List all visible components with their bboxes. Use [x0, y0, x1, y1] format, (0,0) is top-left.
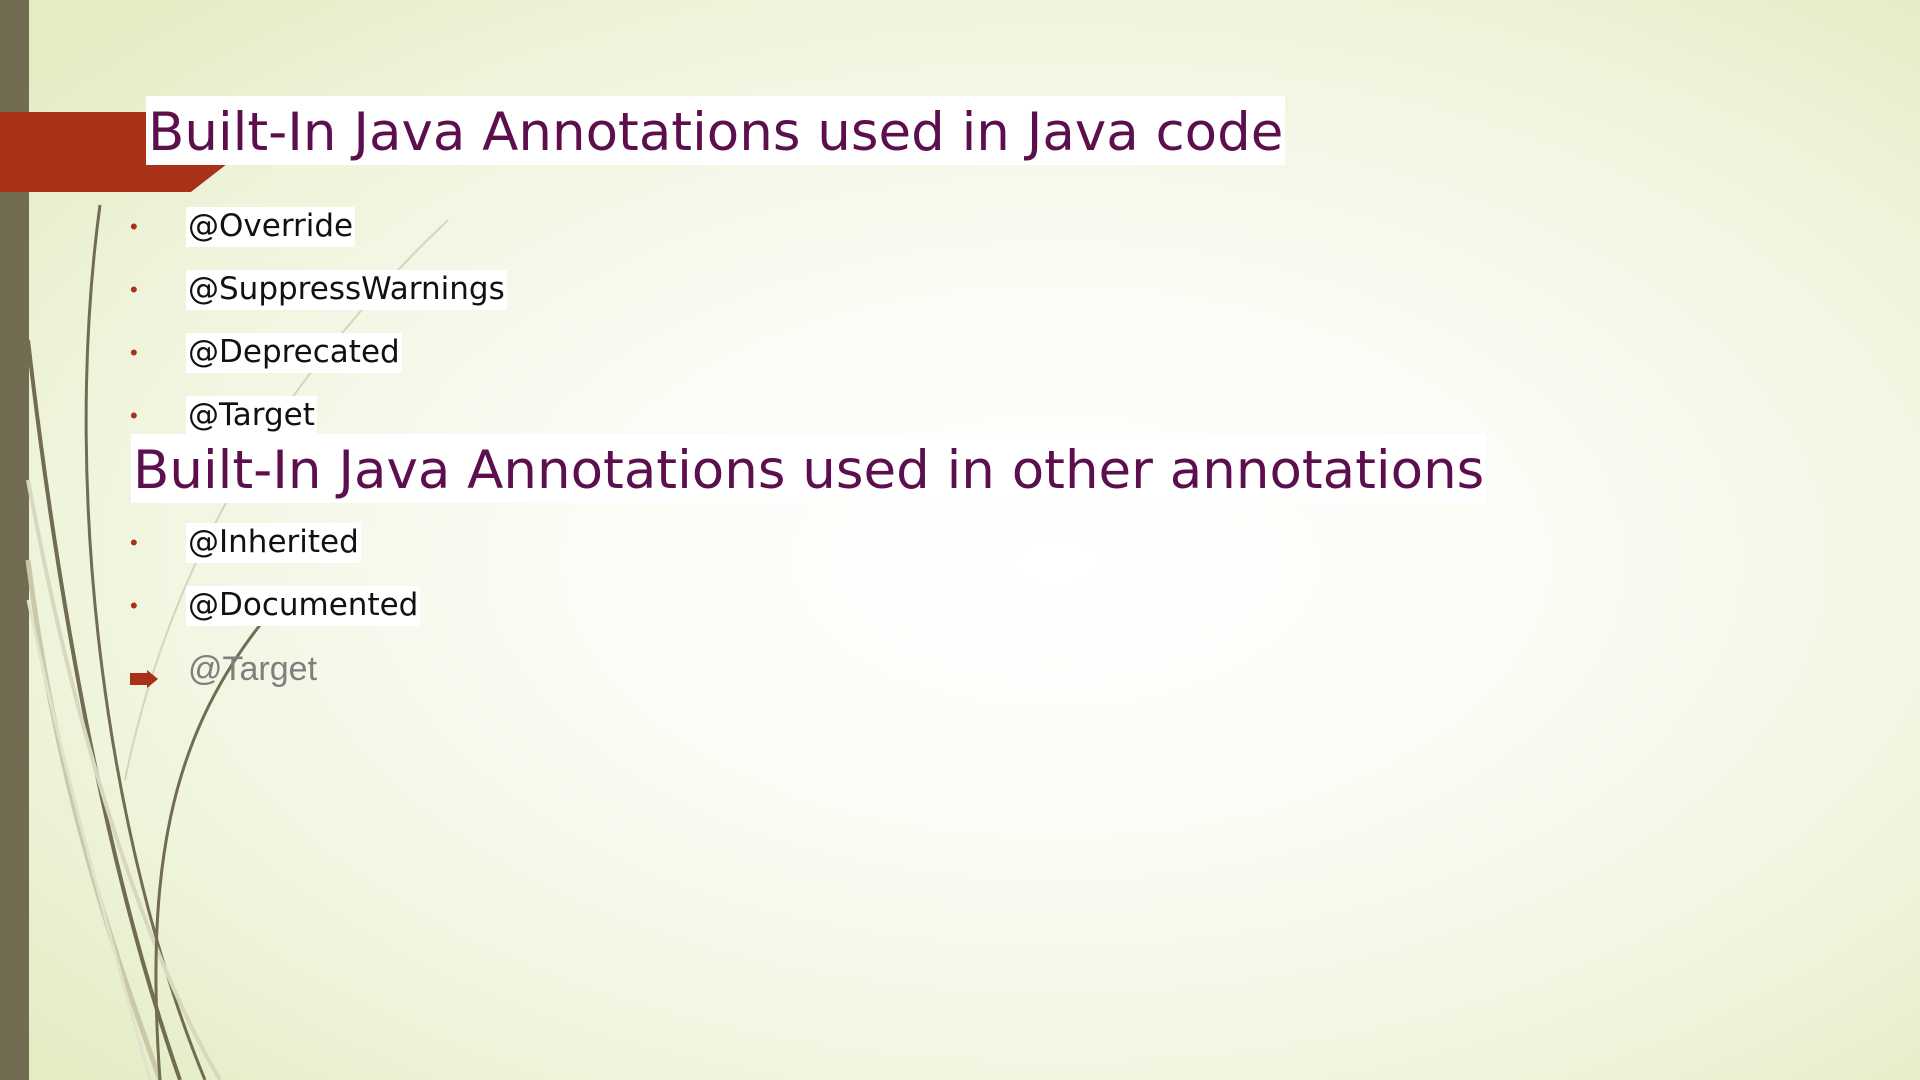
list-item: • @Deprecated: [130, 331, 402, 375]
dot-bullet-icon: •: [130, 277, 138, 302]
dot-bullet-icon: •: [130, 214, 138, 239]
dot-bullet-icon: •: [130, 403, 138, 428]
list-item-label: @Target: [186, 396, 317, 436]
list-item-label: @Documented: [186, 586, 421, 626]
dot-bullet-icon: •: [130, 593, 138, 618]
list-item-label: @Inherited: [186, 523, 361, 563]
list-item-label: @Override: [186, 207, 356, 247]
list-item: • @Inherited: [130, 521, 361, 565]
list-item: • @Target: [130, 394, 317, 438]
list-item: @Target: [130, 648, 319, 692]
list-item-label: @Deprecated: [186, 333, 402, 373]
list-item: • @Documented: [130, 584, 421, 628]
dot-bullet-icon: •: [130, 530, 138, 555]
list-item: • @Override: [130, 205, 356, 249]
list-item-label: @Target: [188, 650, 318, 689]
list-item-label: @SuppressWarnings: [186, 270, 507, 310]
section-heading-java-code: Built-In Java Annotations used in Java c…: [146, 96, 1286, 165]
decorative-curve: [154, 624, 262, 1080]
dot-bullet-icon: •: [130, 340, 138, 365]
decorative-curve: [25, 559, 163, 1080]
section-heading-other-annotations: Built-In Java Annotations used in other …: [131, 434, 1487, 503]
list-item: • @SuppressWarnings: [130, 268, 507, 312]
